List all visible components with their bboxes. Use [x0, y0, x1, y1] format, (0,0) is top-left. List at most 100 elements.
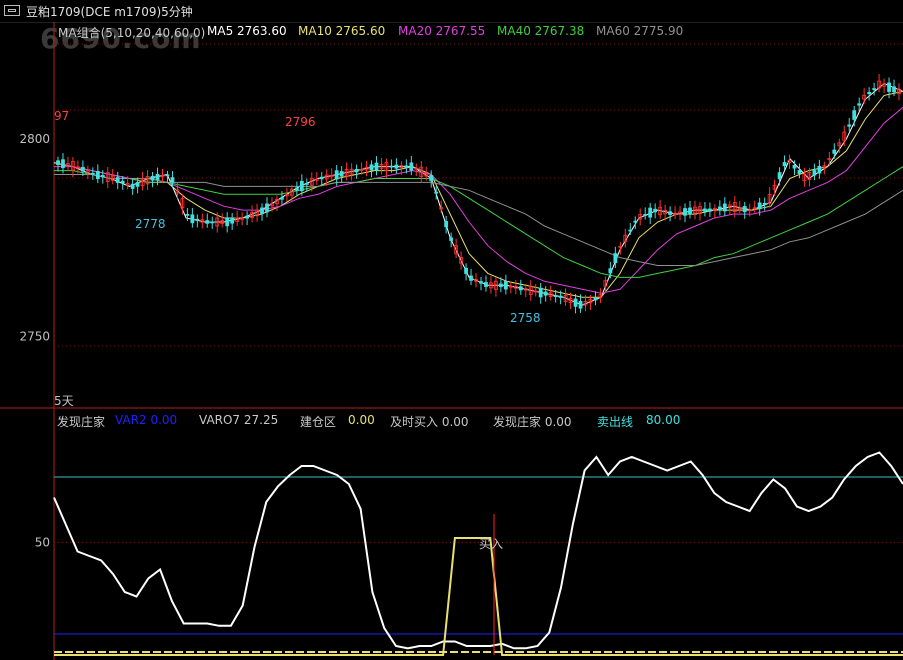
candle-body — [762, 202, 767, 205]
candle-body — [613, 253, 618, 264]
ma-line-ma40 — [54, 166, 903, 278]
candle-body — [782, 162, 787, 167]
candle-body — [205, 220, 210, 224]
candle-body — [518, 286, 523, 291]
candle-body — [150, 175, 155, 181]
candle-body — [847, 124, 852, 127]
candle-body — [503, 281, 508, 290]
candle-body — [479, 281, 483, 284]
candle-body — [887, 82, 891, 92]
candle-body — [872, 88, 877, 91]
candle-body — [538, 287, 543, 298]
candle-body — [90, 172, 95, 175]
candle-body — [334, 170, 339, 180]
candle-body — [892, 86, 896, 93]
candle-body — [155, 174, 160, 181]
candle-body — [777, 172, 782, 180]
candle-body — [100, 175, 105, 178]
candle-body — [653, 208, 658, 213]
candle-body — [792, 165, 797, 169]
candle-body — [852, 110, 857, 120]
candle-body — [120, 180, 125, 184]
candle-body — [722, 203, 727, 212]
candle-body — [389, 165, 394, 168]
candle-body — [265, 203, 269, 213]
candle-body — [633, 220, 638, 223]
y-tick-label: 2750 — [19, 330, 50, 344]
candle-body — [409, 162, 414, 171]
price-annotation: 2796 — [285, 115, 316, 129]
candle-body — [832, 149, 837, 154]
candle-body — [294, 187, 299, 191]
candle-body — [434, 191, 439, 194]
candle-body — [210, 221, 215, 224]
candle-body — [797, 170, 802, 175]
candle-body — [190, 214, 195, 224]
indicator-series — [53, 451, 903, 656]
candle-body — [573, 298, 578, 307]
candle-body — [304, 183, 309, 185]
candle-body — [717, 206, 722, 211]
candle-body — [299, 180, 304, 192]
candle-body — [449, 237, 454, 241]
price-annotation: 2758 — [510, 311, 541, 325]
candle-body — [245, 215, 250, 219]
candle-body — [464, 267, 468, 274]
candle-body — [543, 291, 548, 296]
main-chart-series — [53, 82, 903, 306]
jiancang-line — [54, 537, 903, 656]
candle-body — [339, 171, 344, 177]
candle-body — [558, 295, 563, 298]
candle-body — [394, 164, 399, 169]
candle-body — [648, 207, 653, 218]
candle-body — [80, 166, 85, 172]
candle-body — [354, 168, 359, 173]
candle-body — [668, 211, 672, 215]
candle-body — [484, 282, 488, 287]
candle-body — [225, 217, 230, 227]
candle-body — [867, 91, 872, 94]
candle-body — [170, 177, 175, 183]
candle-body — [56, 160, 60, 165]
candle-body — [553, 295, 558, 297]
candle-body — [857, 103, 862, 106]
candle-body — [130, 183, 135, 189]
y-tick-label: 2800 — [19, 132, 50, 146]
candle-body — [115, 177, 120, 183]
candle-body — [812, 170, 817, 176]
price-annotation: 97 — [54, 109, 69, 123]
candle-body — [643, 214, 648, 216]
candle-body — [280, 197, 284, 200]
candle-body — [593, 297, 598, 301]
candle-body — [165, 174, 170, 177]
candle-body — [444, 221, 449, 228]
buy-label: 买入 — [479, 537, 503, 551]
candle-body — [683, 208, 687, 216]
candle-body — [578, 300, 583, 309]
candle-body — [498, 283, 503, 288]
ma-line-ma20 — [54, 106, 903, 294]
candle-body — [703, 208, 707, 212]
candle-body — [369, 164, 374, 171]
period-label: 5天 — [54, 394, 74, 408]
candle-body — [608, 268, 613, 274]
candle-body — [628, 229, 633, 232]
chart-canvas[interactable]: 2800 2750 50 97 2796 2778 2758 买入 — [0, 0, 903, 660]
candle-body — [469, 275, 473, 281]
candle-body — [817, 165, 822, 174]
candle-body — [429, 175, 434, 182]
candle-body — [260, 207, 264, 215]
candle-body — [688, 207, 692, 215]
candle-body — [95, 171, 100, 180]
candle-body — [742, 206, 747, 213]
candle-body — [707, 208, 712, 212]
candle-body — [230, 217, 235, 224]
candle-body — [404, 165, 409, 168]
sub-y-tick-label: 50 — [35, 536, 50, 550]
candle-body — [135, 181, 140, 187]
candle-body — [185, 213, 190, 216]
candle-body — [374, 162, 379, 171]
candle-body — [757, 202, 762, 210]
candle-body — [319, 176, 324, 180]
candle-body — [195, 218, 200, 221]
